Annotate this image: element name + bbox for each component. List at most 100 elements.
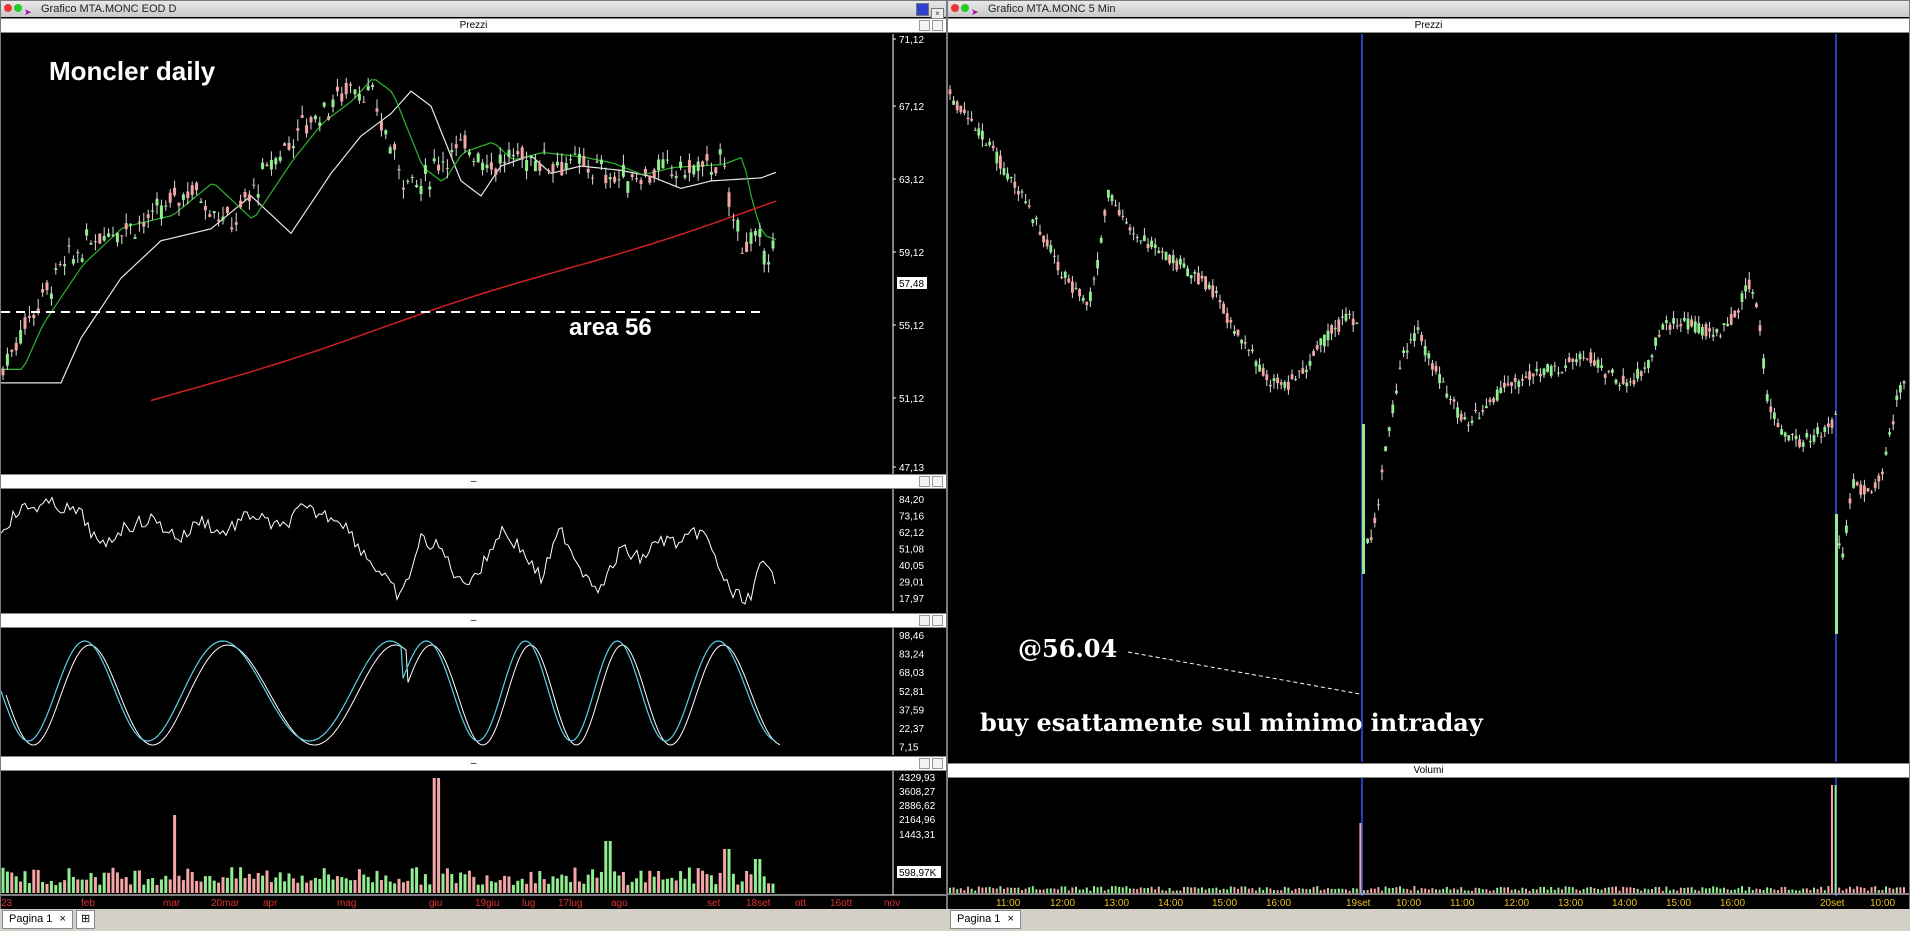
candle-body <box>639 179 643 185</box>
volume-bar <box>1769 888 1772 893</box>
candle-body <box>1895 395 1899 401</box>
daily-price-chart[interactable]: 71,12 67,12 63,12 59,12 57,48 55,12 51,12 47,13… <box>1 34 946 474</box>
volume-bar <box>441 873 445 893</box>
candle-body <box>1269 384 1272 387</box>
volume-bar <box>168 879 172 893</box>
stoch-d-line <box>5 644 781 746</box>
candle-body <box>1488 399 1492 403</box>
volume-bar <box>988 886 991 893</box>
volume-bar <box>397 878 401 893</box>
minimize-pane-button[interactable] <box>919 758 930 769</box>
daily-chart-window[interactable]: ➤ Grafico MTA.MONC EOD D × Prezzi 71,12 6… <box>0 0 947 910</box>
candle-body <box>371 84 375 87</box>
candle-body <box>1319 338 1323 346</box>
candle-body <box>58 264 62 266</box>
volume-bar <box>476 884 480 893</box>
candle-body <box>555 161 559 166</box>
volume-bar <box>1834 785 1837 893</box>
minimize-pane-button[interactable] <box>919 20 930 31</box>
volume-bar <box>1784 886 1787 893</box>
candle-body <box>1423 345 1427 356</box>
volume-bar <box>731 873 735 893</box>
annotation-arrow <box>1127 651 1361 695</box>
volume-bar <box>265 870 269 893</box>
color-square-icon[interactable] <box>916 3 929 16</box>
stochastic-chart[interactable]: 98,46 83,24 68,03 52,81 37,59 22,37 7,15 <box>1 628 946 755</box>
candle-body <box>1427 353 1431 359</box>
volume-bar <box>1280 890 1283 893</box>
volume-bar <box>1600 889 1603 893</box>
intraday-price-chart[interactable]: @56.04 buy esattamente sul minimo intrada… <box>948 34 1909 762</box>
volume-bar <box>54 884 58 893</box>
volume-bar <box>1190 887 1193 893</box>
volume-bar <box>1402 888 1405 893</box>
daily-volume-chart[interactable]: 4329,93 3608,27 2886,62 2164,96 1443,31 598,9… <box>1 771 946 909</box>
volume-bar <box>974 890 977 893</box>
candle-body <box>683 174 687 178</box>
intraday-chart-window[interactable]: ➤ Grafico MTA.MONC 5 Min Prezzi @56.04 bu… <box>947 0 1910 910</box>
candle-body <box>1564 365 1567 368</box>
candle-body <box>1647 360 1650 369</box>
candle-body <box>1578 353 1582 360</box>
volume-bar <box>630 881 634 893</box>
maximize-pane-button[interactable] <box>932 476 943 487</box>
window-titlebar[interactable]: ➤ Grafico MTA.MONC EOD D × <box>1 1 946 21</box>
rsi-chart[interactable]: 84,20 73,16 62,12 51,08 40,05 29,01 17,97 <box>1 489 946 611</box>
volume-bar <box>151 878 155 893</box>
add-tab-button[interactable]: ⊞ <box>76 910 96 929</box>
volume-bar <box>949 887 951 893</box>
candle-body <box>1603 374 1607 378</box>
green-dot-icon[interactable] <box>961 4 969 12</box>
volume-bar <box>1665 886 1668 893</box>
volume-bar <box>41 881 45 893</box>
green-dot-icon[interactable] <box>14 4 22 12</box>
volume-bar <box>1139 887 1142 893</box>
date-axis-label: mag <box>337 898 356 909</box>
volume-bar <box>1064 886 1067 893</box>
candle-body <box>230 227 234 230</box>
minimize-pane-button[interactable] <box>919 476 930 487</box>
candle-body <box>1733 310 1737 318</box>
maximize-pane-button[interactable] <box>932 758 943 769</box>
candle-body <box>533 160 537 172</box>
red-dot-icon[interactable] <box>4 4 12 12</box>
candle-body <box>234 222 238 225</box>
volume-bar <box>366 876 370 893</box>
candle-body <box>1146 243 1150 249</box>
volume-bar <box>1129 888 1131 893</box>
volume-bar <box>1157 886 1160 893</box>
candle-body <box>164 205 168 207</box>
candle-body <box>569 159 573 161</box>
candle-body <box>107 233 111 237</box>
maximize-pane-button[interactable] <box>932 20 943 31</box>
volume-bar <box>1615 886 1617 893</box>
close-icon[interactable]: × <box>1008 913 1014 925</box>
candle-body <box>1863 485 1866 495</box>
volume-bar <box>1849 886 1851 893</box>
candle-body <box>670 174 674 177</box>
volume-bar <box>1319 890 1322 893</box>
tab-pagina-1-left[interactable]: Pagina 1 × <box>2 910 73 929</box>
candle-body <box>1179 258 1182 265</box>
candle-body <box>1611 369 1614 373</box>
candle-body <box>181 194 185 200</box>
volume-bar <box>344 878 348 893</box>
candle-body <box>1665 320 1668 324</box>
window-titlebar[interactable]: ➤ Grafico MTA.MONC 5 Min <box>948 1 1909 17</box>
candle-body <box>1542 368 1546 376</box>
intraday-volume-chart[interactable]: 11:00 12:00 13:00 14:00 15:00 16:00 19set 10:00… <box>948 778 1909 909</box>
volume-bar <box>1229 886 1232 893</box>
close-icon[interactable]: × <box>60 913 66 925</box>
rsi-line <box>1 496 776 605</box>
maximize-pane-button[interactable] <box>932 615 943 626</box>
volume-bar <box>1888 887 1891 893</box>
candle-body <box>243 192 247 198</box>
candle-body <box>551 164 555 173</box>
minimize-pane-button[interactable] <box>919 615 930 626</box>
red-dot-icon[interactable] <box>951 4 959 12</box>
candle-body <box>1787 435 1791 441</box>
date-axis-label: 23 <box>1 898 13 909</box>
candle-body <box>1391 404 1395 414</box>
tab-pagina-1-right[interactable]: Pagina 1 × <box>950 910 1021 929</box>
volume-bar <box>181 880 185 893</box>
